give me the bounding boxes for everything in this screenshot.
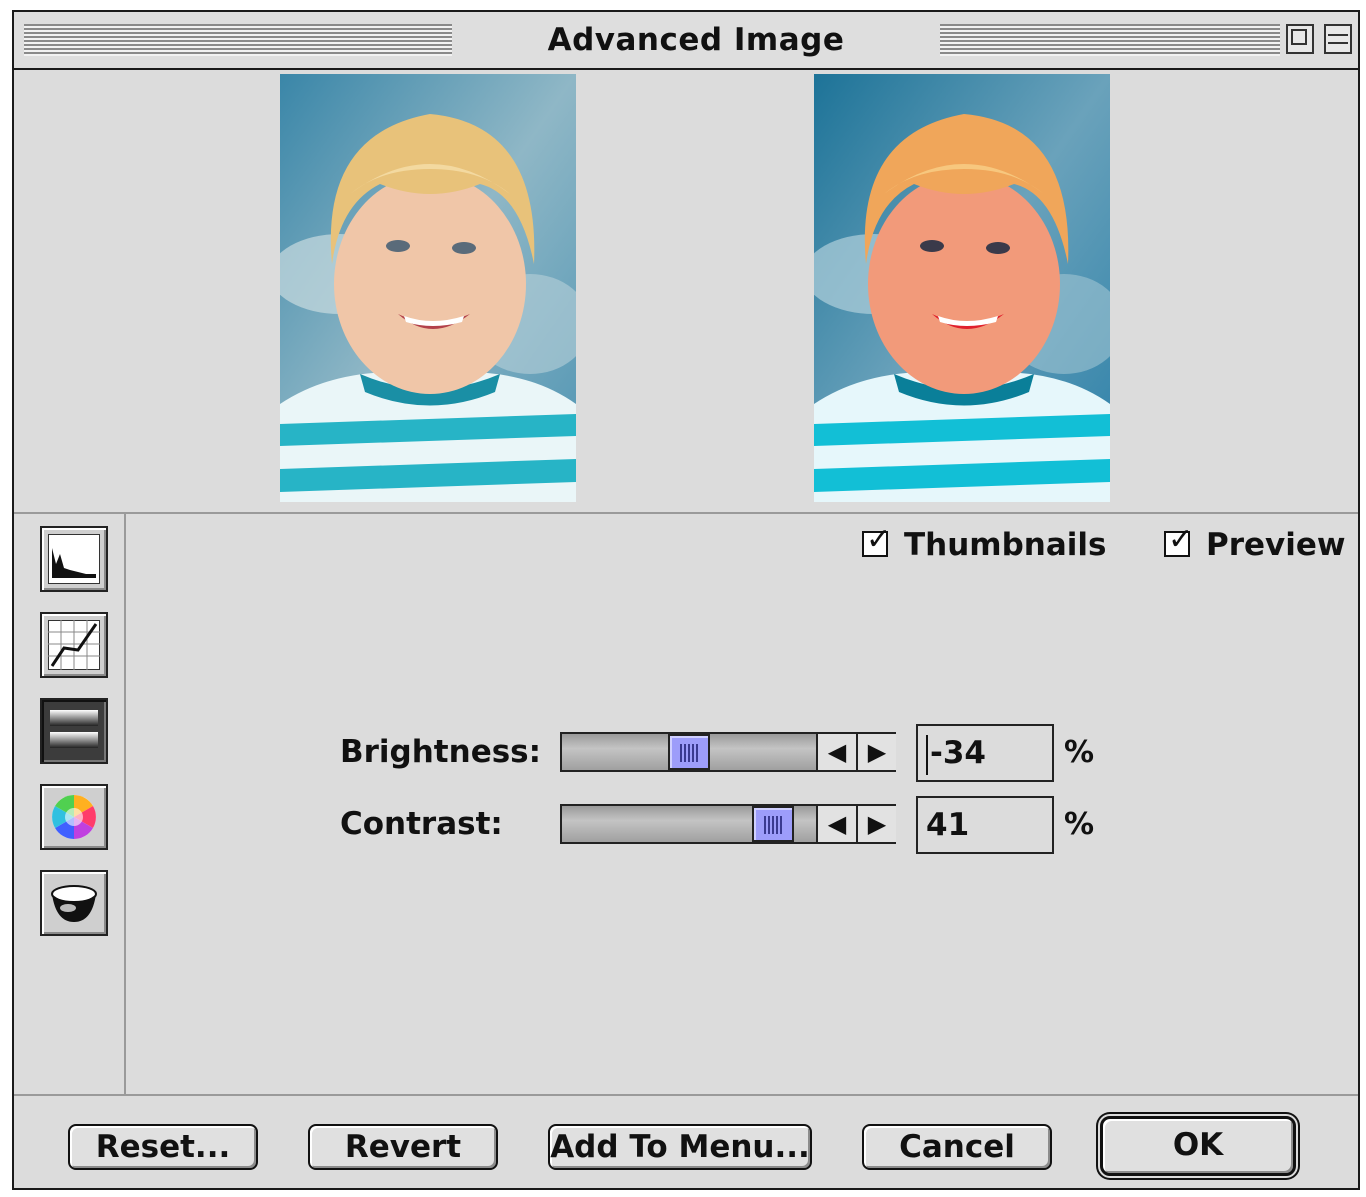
preview-area — [14, 70, 1358, 514]
brightness-label: Brightness: — [340, 734, 542, 770]
image-correction-dialog: Advanced Image Correction — [12, 10, 1360, 1190]
text-cursor — [926, 734, 928, 775]
contrast-unit: % — [1064, 807, 1095, 842]
contrast-decrease-arrow-icon[interactable]: ◀ — [816, 806, 856, 842]
color-wheel-icon — [52, 795, 96, 839]
contrast-label: Contrast: — [340, 806, 503, 842]
thumbnails-label: Thumbnails — [904, 527, 1107, 563]
title-bar-stripes-left — [24, 24, 452, 56]
curves-icon — [48, 620, 100, 670]
curves-tool-button[interactable] — [40, 612, 108, 678]
brightness-decrease-arrow-icon[interactable]: ◀ — [816, 734, 856, 770]
ok-button[interactable]: OK — [1100, 1116, 1296, 1176]
collapse-box-icon[interactable] — [1324, 24, 1352, 54]
contrast-value: 41 — [926, 807, 970, 843]
tool-palette — [14, 514, 126, 1094]
zoom-box-icon[interactable] — [1286, 24, 1314, 54]
revert-button[interactable]: Revert — [308, 1124, 498, 1170]
thumbnails-checkbox-box[interactable]: ✓ — [862, 525, 891, 557]
before-thumbnail — [280, 74, 576, 502]
brightness-increase-arrow-icon[interactable]: ▶ — [856, 734, 896, 770]
brightness-contrast-icon — [50, 710, 98, 748]
brightness-slider-thumb[interactable] — [668, 734, 710, 770]
thumbnails-checkbox[interactable]: ✓ Thumbnails — [862, 525, 1112, 563]
contrast-slider[interactable]: ◀ ▶ — [560, 804, 896, 844]
bowl-icon — [51, 885, 97, 922]
histogram-tool-button[interactable] — [40, 526, 108, 592]
after-thumbnail — [814, 74, 1110, 502]
title-bar-stripes-right — [940, 24, 1280, 56]
histogram-icon — [48, 534, 100, 584]
add-to-menu-button[interactable]: Add To Menu... — [548, 1124, 812, 1170]
title-bar[interactable]: Advanced Image Correction — [14, 12, 1358, 102]
brightness-unit: % — [1064, 735, 1095, 770]
preview-label: Preview — [1206, 527, 1346, 563]
brightness-value-field[interactable]: -34 — [916, 724, 1054, 782]
preview-checkbox-box[interactable]: ✓ — [1164, 525, 1193, 557]
bowl-tool-button[interactable] — [40, 870, 108, 936]
cancel-button[interactable]: Cancel — [862, 1124, 1052, 1170]
contrast-slider-thumb[interactable] — [752, 806, 794, 842]
reset-button[interactable]: Reset... — [68, 1124, 258, 1170]
button-bar: Reset... Revert Add To Menu... Cancel OK — [14, 1094, 1358, 1190]
contrast-value-field[interactable]: 41 — [916, 796, 1054, 854]
brightness-value: -34 — [930, 735, 987, 771]
brightness-slider[interactable]: ◀ ▶ — [560, 732, 896, 772]
contrast-increase-arrow-icon[interactable]: ▶ — [856, 806, 896, 842]
preview-checkbox[interactable]: ✓ Preview — [1164, 525, 1354, 563]
checkmark-icon: ✓ — [1168, 522, 1194, 557]
checkmark-icon: ✓ — [866, 522, 892, 557]
brightness-contrast-tool-button[interactable] — [40, 698, 108, 764]
color-tool-button[interactable] — [40, 784, 108, 850]
